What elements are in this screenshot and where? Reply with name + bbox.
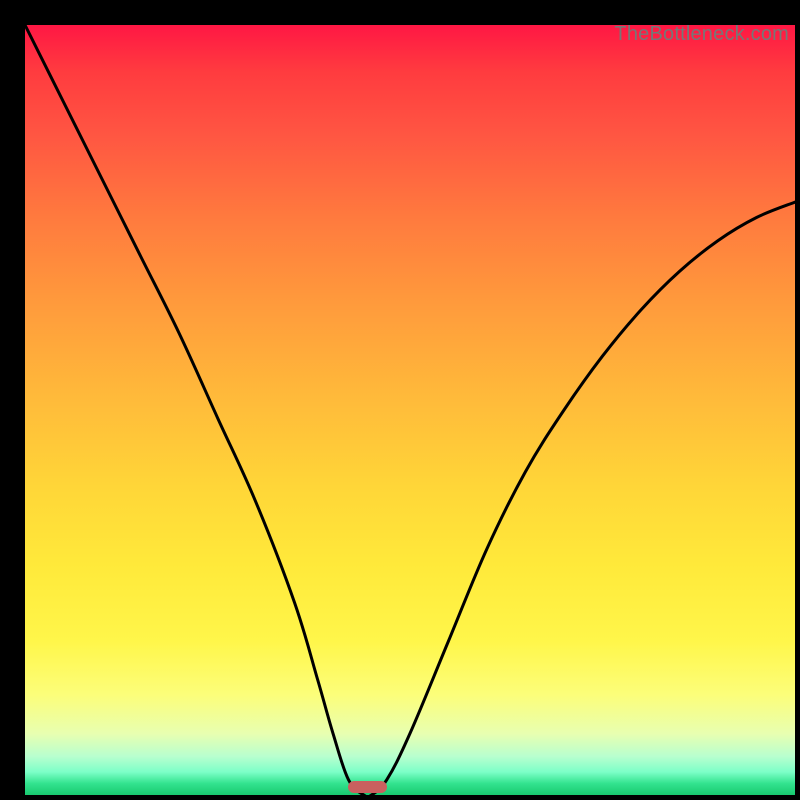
bottleneck-curve xyxy=(25,25,795,795)
optimal-range-marker xyxy=(348,781,387,793)
chart-plot-area: TheBottleneck.com xyxy=(25,25,795,795)
chart-frame: TheBottleneck.com xyxy=(10,10,790,790)
